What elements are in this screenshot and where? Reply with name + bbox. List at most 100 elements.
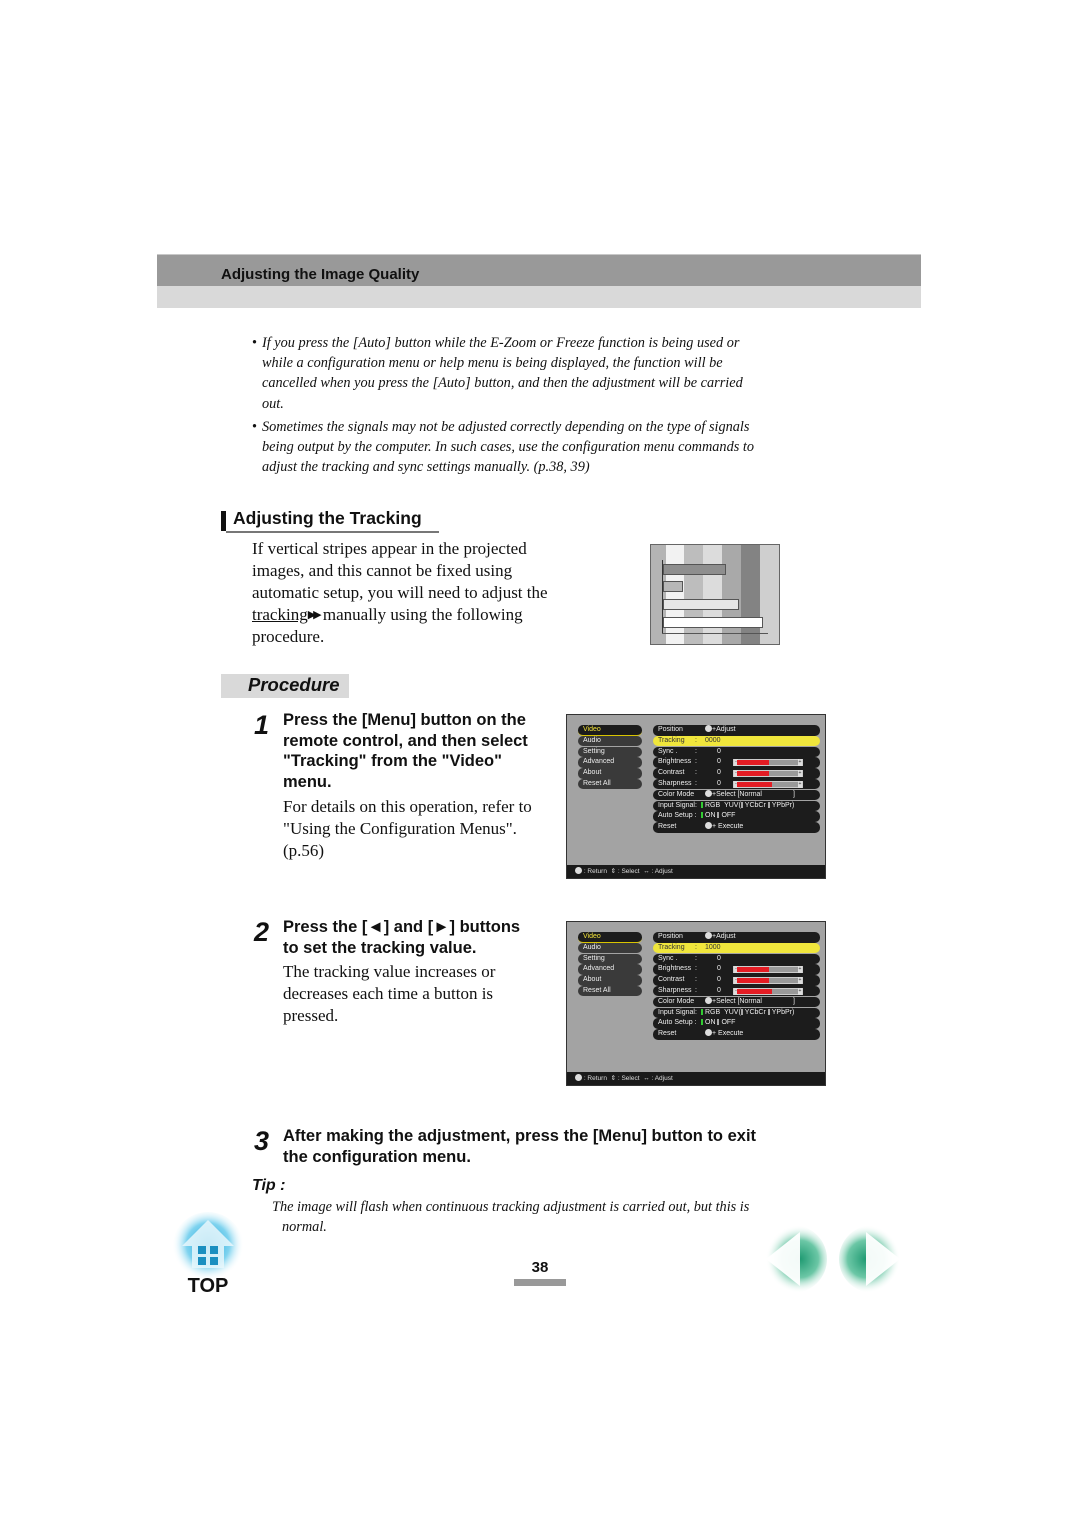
note-line: Sometimes the signals may not be adjuste… — [262, 418, 750, 435]
osd-row-brightness[interactable]: Brightness: 0 - + — [653, 964, 820, 975]
osd-menu-item-audio[interactable]: Audio — [578, 942, 642, 954]
osd-row-input-signal[interactable]: Input Signal: RGB YUV( YCbCr YPbPr) — [653, 800, 820, 812]
osd-row-sharpness[interactable]: Sharpness: 0 - + — [653, 778, 820, 790]
osd-row-color-mode[interactable]: Color Mode +Select [Normal] — [653, 789, 820, 801]
osd-menu-item-reset-all[interactable]: Reset All — [578, 985, 642, 997]
row-label: Input Signal: — [658, 801, 697, 809]
glossary-arrow-icon[interactable]: ▶▶ — [308, 609, 322, 621]
option-off[interactable]: OFF — [721, 1019, 735, 1026]
slider-fill — [737, 760, 769, 766]
row-sep: : — [695, 736, 697, 744]
unselected-indicator-icon — [717, 1019, 720, 1026]
help-return: : Return — [583, 868, 607, 875]
contrast-slider[interactable]: - + — [733, 977, 803, 985]
option-ycbcr[interactable]: YCbCr — [745, 1009, 766, 1016]
osd-menu-item-setting[interactable]: Setting — [578, 746, 642, 758]
row-label: Position — [658, 933, 683, 940]
unselected-indicator-icon — [767, 1008, 770, 1015]
intro-line: automatic setup, you will need to adjust… — [252, 583, 548, 602]
note-line: adjust the tracking and sync settings ma… — [262, 459, 590, 476]
option-rgb[interactable]: RGB — [705, 1009, 720, 1016]
osd-row-input-signal[interactable]: Input Signal: RGB YUV(YCbCr YPbPr) — [653, 1007, 820, 1019]
row-sep: : — [695, 965, 697, 973]
row-label: Color Mode — [658, 997, 695, 1005]
osd-row-contrast[interactable]: Contrast: 0 - + — [653, 768, 820, 779]
unselected-indicator-icon — [740, 1008, 743, 1015]
sharpness-slider[interactable]: - + — [733, 987, 803, 995]
selected-indicator-icon — [701, 801, 703, 808]
osd-menu-item-video[interactable]: Video — [578, 725, 642, 736]
osd-help-bar: : Return ⇕ : Select ↔ : Adjust — [567, 1072, 825, 1085]
step-heading-line: Press the [◄] and [►] buttons — [283, 918, 521, 936]
osd-row-sync[interactable]: Sync .: 0 — [653, 953, 820, 965]
sharpness-slider[interactable]: - + — [733, 780, 803, 788]
note-line: cancelled when you press the [Auto] butt… — [262, 375, 743, 392]
osd-menu-item-reset-all[interactable]: Reset All — [578, 778, 642, 790]
osd-menu-item-video[interactable]: Video — [578, 932, 642, 943]
row-value: 0 — [717, 954, 721, 962]
osd-row-reset[interactable]: Reset + Execute — [653, 822, 820, 833]
row-action: +Select [Normal — [712, 790, 762, 798]
osd-row-contrast[interactable]: Contrast: 0 - + — [653, 975, 820, 986]
row-sep: : — [695, 943, 697, 951]
contrast-slider[interactable]: - + — [733, 770, 803, 778]
row-label: Position — [658, 726, 683, 733]
option-ycbcr[interactable]: YCbCr — [745, 802, 766, 809]
enter-icon — [705, 996, 712, 1004]
osd-row-position[interactable]: Position +Adjust — [653, 725, 820, 736]
option-on[interactable]: ON — [705, 1019, 716, 1026]
next-page-button[interactable] — [838, 1224, 908, 1294]
top-button[interactable]: TOP — [168, 1212, 250, 1298]
brightness-slider[interactable]: - + — [733, 759, 803, 767]
option-off[interactable]: OFF — [721, 812, 735, 819]
osd-menu-item-setting[interactable]: Setting — [578, 953, 642, 965]
help-select: : Select — [617, 1075, 640, 1082]
osd-row-auto-setup[interactable]: Auto Setup : ON OFF — [653, 811, 820, 822]
osd-left-menu: Video Audio Setting Advanced About Reset All — [578, 725, 642, 790]
option-yuv[interactable]: YUV( — [724, 802, 741, 809]
option-ypbpr[interactable]: YPbPr) — [772, 802, 795, 809]
note-item: • If you press the [Auto] button while t… — [252, 333, 832, 414]
option-on[interactable]: ON — [705, 812, 716, 819]
next-page-icon — [839, 1225, 907, 1293]
osd-row-sync[interactable]: Sync .: 0 — [653, 746, 820, 758]
section-underline — [226, 531, 439, 533]
previous-page-icon — [759, 1225, 827, 1293]
osd-menu-item-advanced[interactable]: Advanced — [578, 757, 642, 768]
option-yuv[interactable]: YUV( — [724, 1009, 741, 1016]
osd-row-reset[interactable]: Reset + Execute — [653, 1029, 820, 1040]
osd-row-tracking[interactable]: Tracking:1000 — [653, 942, 820, 954]
osd-row-tracking[interactable]: Tracking:0000 — [653, 735, 820, 747]
tracking-glossary-link[interactable]: tracking — [252, 605, 308, 624]
row-action: +Adjust — [712, 933, 736, 940]
step-body-line: pressed. — [283, 1006, 339, 1025]
selected-indicator-icon — [701, 1019, 703, 1026]
row-label: Sharpness — [658, 779, 692, 787]
osd-menu-item-about[interactable]: About — [578, 768, 642, 779]
osd-menu-item-about[interactable]: About — [578, 975, 642, 986]
osd-video-submenu: Position +Adjust Tracking:1000 Sync .:0 B… — [653, 932, 820, 1040]
tracking-value: 0000 — [705, 736, 721, 744]
row-action: +Select [Normal — [712, 997, 762, 1005]
row-sep: : — [695, 758, 697, 766]
osd-menu-item-advanced[interactable]: Advanced — [578, 964, 642, 975]
osd-row-color-mode[interactable]: Color Mode +Select [Normal] — [653, 996, 820, 1008]
previous-page-button[interactable] — [758, 1224, 828, 1294]
row-action: + Execute — [712, 823, 744, 831]
note-item: • Sometimes the signals may not be adjus… — [252, 417, 832, 478]
osd-menu-screenshot: Video Audio Setting Advanced About Reset All … — [566, 714, 826, 879]
option-ypbpr[interactable]: YPbPr) — [772, 1009, 795, 1016]
row-label: Sync . — [658, 747, 678, 755]
osd-row-position[interactable]: Position +Adjust — [653, 932, 820, 943]
brightness-slider[interactable]: - + — [733, 966, 803, 974]
osd-menu-item-audio[interactable]: Audio — [578, 735, 642, 747]
row-sep: : — [695, 976, 697, 984]
row-action: +Adjust — [712, 726, 736, 733]
osd-row-auto-setup[interactable]: Auto Setup : ON OFF — [653, 1018, 820, 1029]
bracket: ] — [793, 790, 795, 798]
top-label: TOP — [188, 1275, 229, 1297]
row-action: + Execute — [712, 1030, 744, 1038]
osd-row-sharpness[interactable]: Sharpness: 0 - + — [653, 985, 820, 997]
option-rgb[interactable]: RGB — [705, 802, 720, 809]
osd-row-brightness[interactable]: Brightness: 0 - + — [653, 757, 820, 768]
